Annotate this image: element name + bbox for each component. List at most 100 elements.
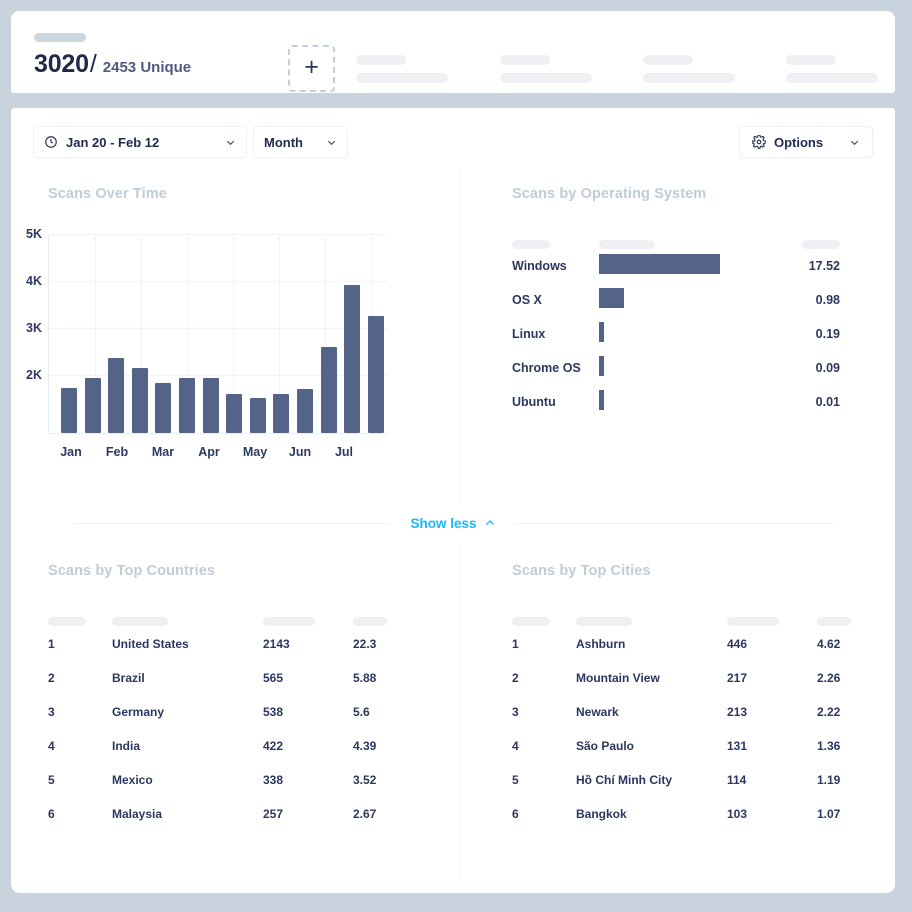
x-axis-tick-feb: Feb xyxy=(105,445,129,459)
x-axis-tick-jun: Jun xyxy=(288,445,312,459)
panel-divider-top xyxy=(459,170,460,500)
chart-bar xyxy=(202,378,219,433)
row-name: United States xyxy=(112,637,189,651)
os-percent-value: 0.98 xyxy=(815,293,840,307)
chevron-down-icon xyxy=(225,137,236,148)
x-axis-tick-apr: Apr xyxy=(198,445,220,459)
os-bar xyxy=(599,288,624,308)
table-row[interactable]: 2 Brazil 565 5.88 xyxy=(48,661,448,695)
chart-bar xyxy=(155,382,172,433)
row-count: 446 xyxy=(727,637,748,651)
y-axis-tick-3k: 3K xyxy=(26,321,42,335)
header-placeholder-2 xyxy=(500,55,592,83)
row-rank: 6 xyxy=(48,807,55,821)
row-count: 257 xyxy=(263,807,284,821)
row-percent: 4.39 xyxy=(353,739,377,753)
table-row[interactable]: 6 Bangkok 103 1.07 xyxy=(512,797,892,831)
chart-bar xyxy=(84,377,101,433)
header-placeholder-pill xyxy=(263,617,315,626)
row-percent: 1.36 xyxy=(817,739,841,753)
chart-bar xyxy=(367,316,384,433)
panel-title: Scans by Top Countries xyxy=(48,563,216,579)
row-percent: 2.22 xyxy=(817,705,841,719)
row-count: 131 xyxy=(727,739,748,753)
row-name: Bangkok xyxy=(576,807,627,821)
row-percent: 3.52 xyxy=(353,773,377,787)
header-skeleton-pill xyxy=(34,33,86,42)
show-less-row: Show less xyxy=(11,508,895,538)
filters-toolbar: Jan 20 - Feb 12 Month Options xyxy=(11,108,895,170)
row-rank: 6 xyxy=(512,807,519,821)
chart-bar xyxy=(297,389,313,433)
row-name: Brazil xyxy=(112,671,145,685)
row-count: 565 xyxy=(263,671,284,685)
scans-over-time-chart: 5K 4K 3K 2K Jan Feb Mar Apr May Jun Jul xyxy=(26,227,388,459)
bar-series xyxy=(49,234,388,433)
os-percent-value: 0.19 xyxy=(815,327,840,341)
os-name: Windows xyxy=(512,259,567,273)
row-percent: 5.88 xyxy=(353,671,377,685)
analytics-card: Jan 20 - Feb 12 Month Options Scans Over… xyxy=(11,108,895,893)
header-placeholder-pill xyxy=(112,617,168,626)
options-button[interactable]: Options xyxy=(739,126,873,158)
clock-icon xyxy=(44,135,58,149)
table-row[interactable]: 3 Newark 213 2.22 xyxy=(512,695,892,729)
os-name: OS X xyxy=(512,293,542,307)
table-row[interactable]: 2 Mountain View 217 2.26 xyxy=(512,661,892,695)
table-row[interactable]: 4 India 422 4.39 xyxy=(48,729,448,763)
os-bar xyxy=(599,254,720,274)
panel-title: Scans by Operating System xyxy=(512,186,707,202)
os-percent-value: 17.52 xyxy=(808,259,840,273)
chart-bar xyxy=(61,388,77,433)
header-placeholder-pill xyxy=(727,617,779,626)
table-row[interactable]: 5 Mexico 338 3.52 xyxy=(48,763,448,797)
y-axis-tick-4k: 4K xyxy=(26,274,42,288)
row-rank: 3 xyxy=(512,705,519,719)
header-placeholder-4 xyxy=(786,55,878,83)
x-axis-tick-mar: Mar xyxy=(151,445,175,459)
count-separator: / xyxy=(89,50,97,78)
scan-counts: 3020 / 2453 Unique xyxy=(34,33,264,79)
os-row: OS X 0.98 xyxy=(512,284,862,318)
row-percent: 1.07 xyxy=(817,807,841,821)
date-range-picker[interactable]: Jan 20 - Feb 12 xyxy=(33,126,247,158)
row-name: Newark xyxy=(576,705,619,719)
gear-icon xyxy=(752,135,766,149)
table-row[interactable]: 1 United States 2143 22.3 xyxy=(48,627,448,661)
granularity-select[interactable]: Month xyxy=(253,126,348,158)
row-count: 338 xyxy=(263,773,284,787)
table-row[interactable]: 5 Hồ Chí Minh City 114 1.19 xyxy=(512,763,892,797)
date-range-label: Jan 20 - Feb 12 xyxy=(66,134,160,150)
chart-bar xyxy=(320,347,337,433)
panel-divider-bottom xyxy=(459,548,460,878)
cities-rows: 1 Ashburn 446 4.62 2 Mountain View 217 2.26 3 New… xyxy=(512,627,892,831)
placeholder-line-bottom xyxy=(786,73,878,83)
table-row[interactable]: 6 Malaysia 257 2.67 xyxy=(48,797,448,831)
chart-bar xyxy=(108,357,125,433)
row-rank: 2 xyxy=(512,671,519,685)
chart-bar xyxy=(131,368,148,433)
header-placeholder-pill xyxy=(512,617,550,626)
row-count: 422 xyxy=(263,739,284,753)
row-rank: 1 xyxy=(48,637,55,651)
show-less-toggle[interactable]: Show less xyxy=(390,516,515,531)
countries-table-header xyxy=(48,617,448,627)
chevron-down-icon xyxy=(849,137,860,148)
table-row[interactable]: 4 São Paulo 131 1.36 xyxy=(512,729,892,763)
row-count: 114 xyxy=(727,773,747,787)
countries-rows: 1 United States 2143 22.3 2 Brazil 565 5.88 3 Ger… xyxy=(48,627,448,831)
table-row[interactable]: 1 Ashburn 446 4.62 xyxy=(512,627,892,661)
chart-bar xyxy=(179,378,195,433)
app-page: 3020 / 2453 Unique + Jan 20 - Feb 12 Mon… xyxy=(0,0,912,912)
divider-line xyxy=(515,522,833,524)
total-scans-value: 3020 xyxy=(34,50,89,78)
table-row[interactable]: 3 Germany 538 5.6 xyxy=(48,695,448,729)
add-item-button[interactable]: + xyxy=(288,45,335,92)
row-percent: 22.3 xyxy=(353,637,377,651)
header-placeholder-pill xyxy=(817,617,851,626)
row-count: 103 xyxy=(727,807,748,821)
panel-title: Scans Over Time xyxy=(48,186,167,202)
header-placeholder-3 xyxy=(643,55,735,83)
header-placeholder-pill xyxy=(576,617,632,626)
panel-scans-over-time: Scans Over Time 5K 4K 3K 2K Jan Feb Mar … xyxy=(26,186,448,459)
